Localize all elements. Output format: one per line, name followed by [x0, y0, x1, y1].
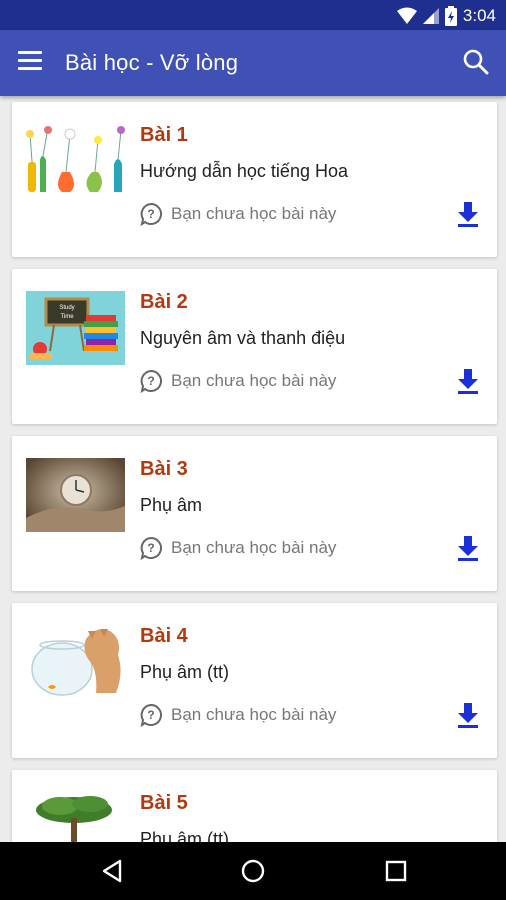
wifi-icon [396, 7, 417, 24]
home-circle-icon[interactable] [240, 858, 266, 884]
lesson-number: Bài 3 [140, 458, 188, 480]
back-triangle-icon[interactable] [100, 858, 126, 884]
lesson-number: Bài 2 [140, 291, 188, 313]
svg-text:?: ? [147, 207, 154, 221]
download-icon[interactable] [456, 367, 480, 395]
lesson-status-text: Bạn chưa học bài này [171, 538, 337, 557]
status-bar: 3:04 [0, 0, 506, 30]
lesson-number: Bài 4 [140, 625, 188, 647]
tree-in-hand-image [26, 792, 125, 842]
lesson-status: ? Bạn chưa học bài này [139, 369, 336, 393]
lesson-title: Phụ âm (tt) [140, 662, 230, 682]
lesson-status-text: Bạn chưa học bài này [171, 705, 337, 724]
search-icon[interactable] [462, 48, 490, 76]
lesson-title: Nguyên âm và thanh điệu [140, 328, 346, 348]
svg-text:Time: Time [60, 314, 74, 320]
signal-icon [422, 8, 439, 24]
recents-square-icon[interactable] [383, 858, 409, 884]
lesson-status-text: Bạn chưa học bài này [171, 371, 337, 390]
status-icons: 3:04 [396, 6, 496, 26]
lesson-title: Phụ âm (tt) [140, 829, 230, 842]
status-time: 3:04 [462, 6, 496, 25]
download-icon[interactable] [456, 534, 480, 562]
page-title: Bài học - Vỡ lòng [65, 50, 239, 75]
lesson-card-5[interactable]: Bài 5 Phụ âm (tt) [12, 770, 497, 842]
hamburger-menu-icon[interactable] [18, 51, 44, 73]
lesson-title: Hướng dẫn học tiếng Hoa [140, 161, 348, 181]
study-time-books-image: Study Time [26, 291, 125, 365]
lesson-title: Phụ âm [140, 495, 203, 515]
lesson-status: ? Bạn chưa học bài này [139, 536, 336, 560]
lesson-card-2[interactable]: Study Time Bài 2 Nguyên âm và thanh điệu… [12, 269, 497, 424]
question-bubble-icon: ? [140, 703, 162, 727]
svg-text:?: ? [147, 541, 154, 555]
lesson-status-text: Bạn chưa học bài này [171, 204, 337, 223]
lesson-number: Bài 1 [140, 124, 188, 146]
app-bar: Bài học - Vỡ lòng [0, 30, 506, 96]
svg-text:Study: Study [59, 305, 74, 311]
lesson-status: ? Bạn chưa học bài này [139, 703, 336, 727]
clock-in-hand-image [26, 458, 125, 532]
download-icon[interactable] [456, 200, 480, 228]
battery-icon [444, 6, 457, 26]
svg-text:?: ? [147, 374, 154, 388]
download-icon[interactable] [456, 701, 480, 729]
question-bubble-icon: ? [140, 369, 162, 393]
cat-fishbowl-image [26, 625, 125, 699]
question-bubble-icon: ? [140, 202, 162, 226]
lesson-card-4[interactable]: Bài 4 Phụ âm (tt) ? Bạn chưa học bài này [12, 603, 497, 758]
navigation-bar [0, 842, 506, 900]
lesson-status: ? Bạn chưa học bài này [139, 202, 336, 226]
question-bubble-icon: ? [140, 536, 162, 560]
lesson-list: Bài 1 Hướng dẫn học tiếng Hoa ? Bạn chưa… [0, 96, 506, 842]
svg-text:?: ? [147, 708, 154, 722]
lesson-number: Bài 5 [140, 792, 188, 814]
lesson-card-3[interactable]: Bài 3 Phụ âm ? Bạn chưa học bài này [12, 436, 497, 591]
flower-vases-image [26, 124, 125, 198]
lesson-card-1[interactable]: Bài 1 Hướng dẫn học tiếng Hoa ? Bạn chưa… [12, 102, 497, 257]
